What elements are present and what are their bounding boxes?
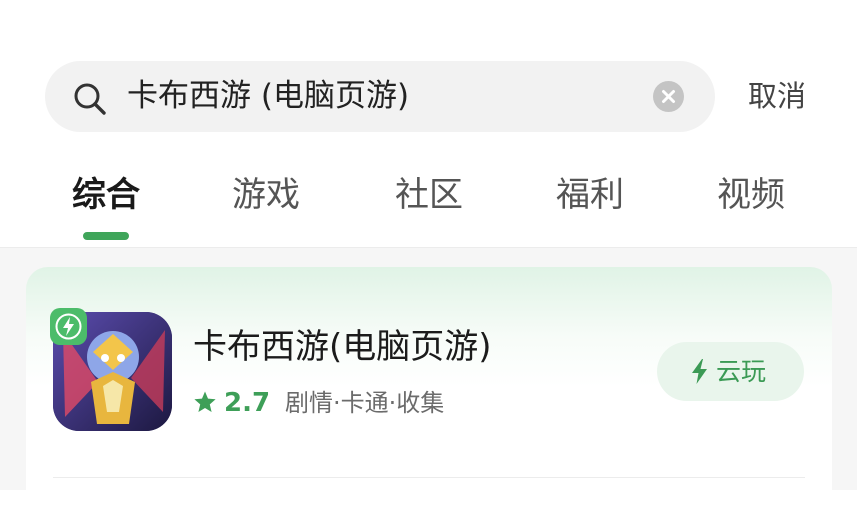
clear-icon[interactable] <box>653 81 684 112</box>
tab-games[interactable]: 游戏 <box>218 165 314 225</box>
game-result-card[interactable]: 卡布西游(电脑页游) 2.7 剧情·卡通·收集 云玩 <box>26 267 832 527</box>
tab-bar: 综合 游戏 社区 福利 视频 <box>0 165 857 247</box>
bolt-icon <box>692 359 707 384</box>
search-icon <box>74 83 106 115</box>
cancel-button[interactable]: 取消 <box>748 61 806 132</box>
rating-value: 2.7 <box>224 388 271 418</box>
game-title[interactable]: 卡布西游(电脑页游) <box>193 319 492 368</box>
cloud-play-button[interactable]: 云玩 <box>657 342 804 401</box>
tab-community[interactable]: 社区 <box>381 165 477 225</box>
tab-video[interactable]: 视频 <box>703 165 799 225</box>
tab-welfare[interactable]: 福利 <box>542 165 638 225</box>
game-tags: 剧情·卡通·收集 <box>285 389 445 417</box>
cloud-play-label: 云玩 <box>716 357 767 386</box>
active-tab-indicator <box>83 232 129 240</box>
tab-all[interactable]: 综合 <box>58 165 154 225</box>
divider <box>53 477 805 478</box>
search-input[interactable]: 卡布西游 (电脑页游) <box>127 61 409 132</box>
star-icon <box>194 391 216 412</box>
results-area: 卡布西游(电脑页游) 2.7 剧情·卡通·收集 云玩 <box>0 248 857 527</box>
search-bar[interactable]: 卡布西游 (电脑页游) <box>45 61 715 132</box>
lightning-badge-icon <box>50 308 87 345</box>
search-header: 卡布西游 (电脑页游) 取消 综合 游戏 社区 福利 视频 <box>0 0 857 248</box>
